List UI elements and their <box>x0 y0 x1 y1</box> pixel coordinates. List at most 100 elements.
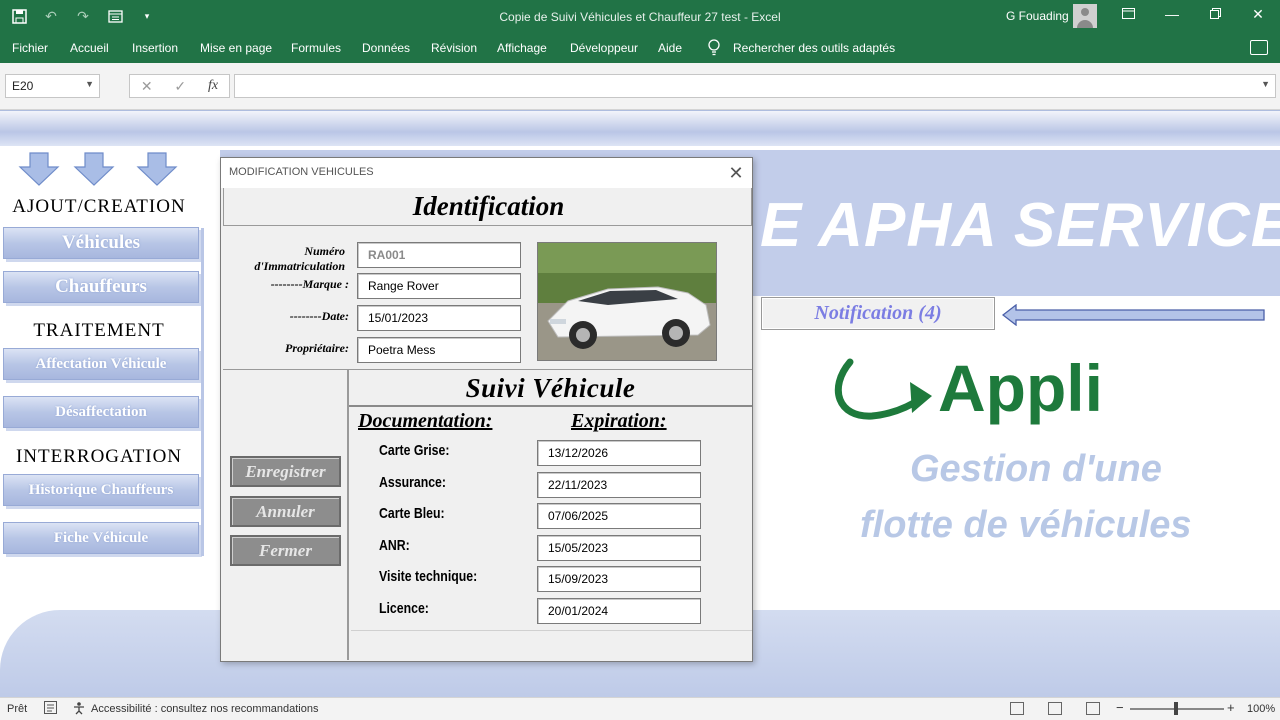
avatar[interactable] <box>1073 4 1097 28</box>
page-layout-icon[interactable] <box>1048 702 1062 715</box>
name-box-value: E20 <box>12 79 34 93</box>
visite-technique-label: Visite technique: <box>379 568 478 585</box>
affectation-button[interactable]: Affectation Véhicule <box>3 348 199 380</box>
zoom-in-icon[interactable]: + <box>1227 700 1235 715</box>
sidebar-divider <box>201 228 204 556</box>
restore-icon[interactable] <box>1205 6 1225 22</box>
form-icon[interactable] <box>106 7 124 25</box>
comment-icon[interactable] <box>1250 40 1268 55</box>
macro-record-icon[interactable] <box>44 701 57 717</box>
zoom-level[interactable]: 100% <box>1247 703 1275 715</box>
search-tools[interactable]: Rechercher des outils adaptés <box>733 41 895 55</box>
redo-icon[interactable]: ↷ <box>74 7 92 25</box>
header-band <box>0 110 1280 146</box>
vehicle-photo <box>537 242 717 361</box>
vehicules-button[interactable]: Véhicules <box>3 227 199 259</box>
status-bar: Prêt Accessibilité : consultez nos recom… <box>0 697 1280 720</box>
carte-bleu-label: Carte Bleu: <box>379 505 445 522</box>
zoom-out-icon[interactable]: − <box>1116 700 1124 715</box>
minimize-icon[interactable]: — <box>1162 6 1182 22</box>
close-icon[interactable]: ✕ <box>724 161 748 185</box>
marque-field[interactable]: Range Rover <box>357 273 521 299</box>
tagline-line-2: flotte de véhicules <box>860 504 1192 546</box>
title-bar: ↶ ↷ ▾ Copie de Suivi Véhicules et Chauff… <box>0 0 1280 33</box>
save-icon[interactable] <box>10 7 28 25</box>
company-banner: E APHA SERVICES <box>760 191 1280 260</box>
expand-formula-icon[interactable]: ▼ <box>1261 79 1270 89</box>
accessibility-status[interactable]: Accessibilité : consultez nos recommanda… <box>91 703 318 715</box>
arrow-down-icon <box>73 152 115 186</box>
dialog-divider <box>351 630 752 631</box>
enregistrer-button[interactable]: Enregistrer <box>230 456 341 487</box>
name-box[interactable]: E20 ▼ <box>5 74 100 98</box>
date-field[interactable]: 15/01/2023 <box>357 305 521 331</box>
fermer-button[interactable]: Fermer <box>230 535 341 566</box>
numero-label-line2: d'Immatriculation <box>254 259 345 273</box>
assurance-label: Assurance: <box>379 474 446 491</box>
lightbulb-icon <box>708 39 720 56</box>
tab-fichier[interactable]: Fichier <box>12 41 48 55</box>
undo-icon[interactable]: ↶ <box>42 7 60 25</box>
marque-label: --------Marque : <box>270 277 349 291</box>
page-break-icon[interactable] <box>1086 702 1100 715</box>
user-name[interactable]: G Fouading <box>1006 9 1069 23</box>
chevron-down-icon[interactable]: ▼ <box>85 79 94 89</box>
licence-label: Licence: <box>379 600 429 617</box>
chauffeurs-button[interactable]: Chauffeurs <box>3 271 199 303</box>
licence-field[interactable]: 20/01/2024 <box>537 598 701 624</box>
quick-access-toolbar: ↶ ↷ ▾ <box>10 7 156 25</box>
proprietaire-field[interactable]: Poetra Mess <box>357 337 521 363</box>
anr-label: ANR: <box>379 537 410 554</box>
formula-buttons: ✕ ✓ fx <box>129 74 230 98</box>
ribbon-display-icon[interactable] <box>1118 6 1138 22</box>
date-label: --------Date: <box>289 309 349 323</box>
close-window-icon[interactable]: ✕ <box>1248 6 1268 23</box>
tab-developpeur[interactable]: Développeur <box>570 41 638 55</box>
tab-revision[interactable]: Révision <box>431 41 477 55</box>
dialog-title: MODIFICATION VEHICULES <box>229 166 374 178</box>
numero-field[interactable]: RA001 <box>357 242 521 268</box>
arrow-left-icon <box>1002 304 1265 326</box>
tab-affichage[interactable]: Affichage <box>497 41 547 55</box>
carte-grise-label: Carte Grise: <box>379 442 450 459</box>
dialog-titlebar[interactable]: MODIFICATION VEHICULES ✕ <box>221 158 752 188</box>
accessibility-icon[interactable] <box>73 701 87 718</box>
zoom-slider-thumb[interactable] <box>1174 702 1178 715</box>
customize-qat-icon[interactable]: ▾ <box>138 7 156 25</box>
status-ready: Prêt <box>7 703 28 715</box>
historique-button[interactable]: Historique Chauffeurs <box>3 474 199 506</box>
ribbon-tabs: Fichier Accueil Insertion Mise en page F… <box>0 33 1280 63</box>
visite-technique-field[interactable]: 15/09/2023 <box>537 566 701 592</box>
expiration-header: Expiration: <box>571 410 667 432</box>
confirm-icon[interactable]: ✓ <box>174 78 186 95</box>
arrow-down-icon <box>18 152 60 186</box>
assurance-field[interactable]: 22/11/2023 <box>537 472 701 498</box>
formula-bar: E20 ▼ ✕ ✓ fx ▼ <box>0 63 1280 110</box>
formula-input[interactable]: ▼ <box>234 74 1276 98</box>
numero-label-line1: Numéro <box>304 244 345 258</box>
modification-vehicules-dialog: MODIFICATION VEHICULES ✕ Identification … <box>220 157 753 662</box>
numero-label: Numéro d'Immatriculation <box>241 244 345 274</box>
tab-donnees[interactable]: Données <box>362 41 410 55</box>
tab-accueil[interactable]: Accueil <box>70 41 109 55</box>
carte-grise-field[interactable]: 13/12/2026 <box>537 440 701 466</box>
tab-formules[interactable]: Formules <box>291 41 341 55</box>
interrogation-header: INTERROGATION <box>15 446 183 467</box>
normal-view-icon[interactable] <box>1010 702 1024 715</box>
ajout-header: AJOUT/CREATION <box>12 196 186 217</box>
cancel-icon[interactable]: ✕ <box>141 78 153 95</box>
anr-field[interactable]: 15/05/2023 <box>537 535 701 561</box>
tab-mise-en-page[interactable]: Mise en page <box>200 41 272 55</box>
tab-insertion[interactable]: Insertion <box>132 41 178 55</box>
identification-frame: Identification <box>223 188 752 226</box>
appli-title: Appli <box>938 351 1103 425</box>
notification-button[interactable]: Notification (4) <box>761 297 995 330</box>
insert-function-icon[interactable]: fx <box>208 78 218 94</box>
annuler-button[interactable]: Annuler <box>230 496 341 527</box>
tagline-line-1: Gestion d'une <box>910 448 1162 490</box>
identification-title: Identification <box>412 191 565 221</box>
desaffectation-button[interactable]: Désaffectation <box>3 396 199 428</box>
tab-aide[interactable]: Aide <box>658 41 682 55</box>
fiche-vehicule-button[interactable]: Fiche Véhicule <box>3 522 199 554</box>
carte-bleu-field[interactable]: 07/06/2025 <box>537 503 701 529</box>
